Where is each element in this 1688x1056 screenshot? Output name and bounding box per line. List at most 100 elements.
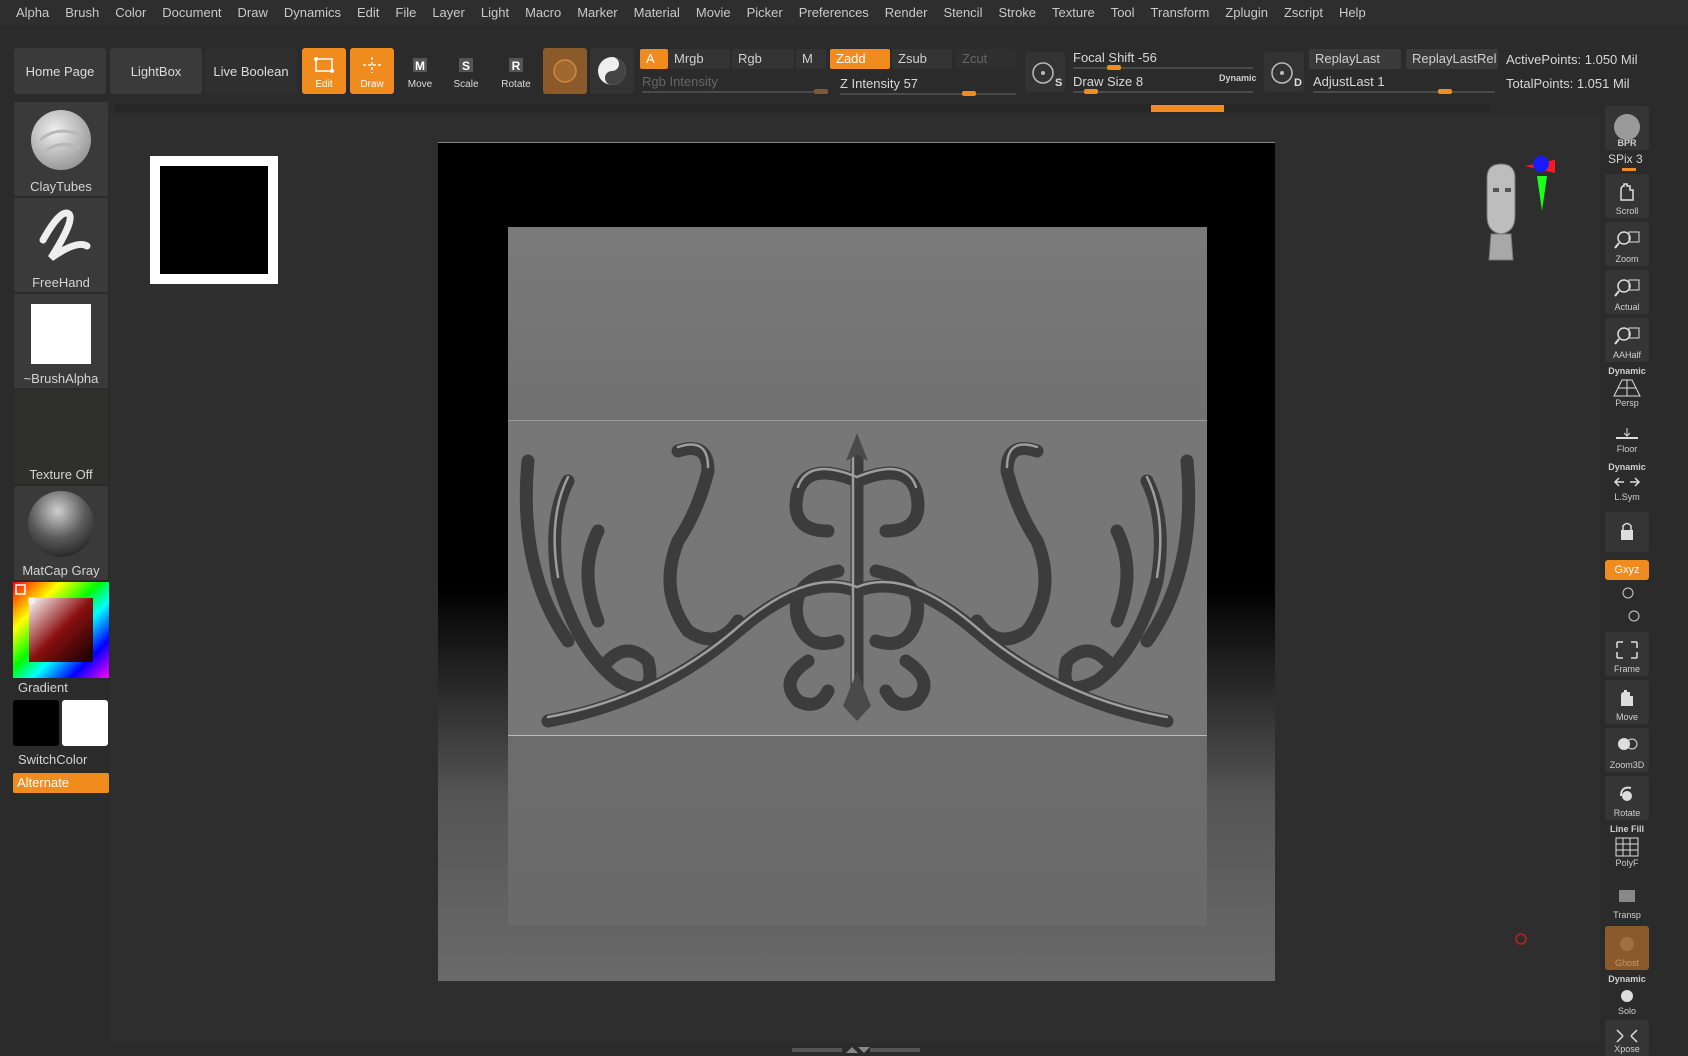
focal-shift-slider[interactable]: Focal Shift -56 [1073, 50, 1157, 65]
scale-icon: S [459, 58, 473, 73]
a-toggle[interactable]: A [640, 49, 668, 69]
bpr-button[interactable]: BPR [1605, 106, 1649, 150]
solo-button[interactable]: Solo [1605, 980, 1649, 1018]
floor-button[interactable]: Floor [1605, 416, 1649, 456]
lightbox-button[interactable]: LightBox [110, 48, 202, 94]
render-sphere-button[interactable] [590, 48, 634, 94]
draw-button[interactable]: Draw [350, 48, 394, 94]
mrgb-toggle[interactable]: Mrgb [668, 49, 730, 69]
spix-slider[interactable]: SPix 3 [1608, 152, 1643, 166]
material-sphere-button[interactable] [543, 48, 587, 94]
menu-material[interactable]: Material [626, 0, 688, 25]
scale-button[interactable]: S Scale [444, 48, 488, 94]
replay-last-button[interactable]: ReplayLast [1309, 49, 1401, 69]
lsym-button[interactable]: L.Sym [1605, 466, 1649, 504]
m-toggle[interactable]: M [796, 49, 826, 69]
lsym-label: L.Sym [1614, 492, 1640, 502]
persp-button[interactable]: Persp [1605, 370, 1649, 410]
draw-size-knob[interactable] [1084, 89, 1098, 94]
actual-button[interactable]: Actual [1605, 270, 1649, 314]
adjust-last-knob[interactable] [1438, 89, 1452, 94]
rotate-y-icon[interactable] [1620, 585, 1636, 601]
menu-marker[interactable]: Marker [569, 0, 625, 25]
edit-button[interactable]: Edit [302, 48, 346, 94]
scroll-button[interactable]: Scroll [1605, 174, 1649, 218]
focal-shift-knob[interactable] [1107, 65, 1121, 70]
menu-stroke[interactable]: Stroke [990, 0, 1044, 25]
menu-draw[interactable]: Draw [230, 0, 276, 25]
menu-color[interactable]: Color [107, 0, 154, 25]
replay-last-rel-button[interactable]: ReplayLastRel [1406, 49, 1498, 69]
rgb-toggle[interactable]: Rgb [732, 49, 794, 69]
menu-document[interactable]: Document [154, 0, 229, 25]
gradient-toggle[interactable]: Gradient [18, 680, 68, 695]
polyf-button[interactable]: PolyF [1605, 830, 1649, 870]
orientation-gizmo[interactable] [1465, 154, 1559, 274]
xyz-toggle[interactable]: Gxyz [1605, 560, 1649, 580]
menu-light[interactable]: Light [473, 0, 517, 25]
aahalf-button[interactable]: AAHalf [1605, 318, 1649, 362]
local-button[interactable] [1605, 512, 1649, 552]
menu-brush[interactable]: Brush [57, 0, 107, 25]
move-label: Move [407, 79, 433, 90]
rgb-intensity-slider[interactable]: Rgb Intensity [642, 74, 718, 89]
secondary-color-swatch[interactable] [62, 700, 108, 746]
menu-help[interactable]: Help [1331, 0, 1374, 25]
menu-picker[interactable]: Picker [739, 0, 791, 25]
live-boolean-button[interactable]: Live Boolean [205, 48, 297, 94]
document-canvas[interactable] [438, 142, 1275, 981]
menu-alpha[interactable]: Alpha [8, 0, 57, 25]
alpha-selector[interactable]: ~BrushAlpha [14, 294, 108, 388]
menu-layer[interactable]: Layer [424, 0, 473, 25]
brush-selector[interactable]: ClayTubes [14, 102, 108, 196]
frame-button[interactable]: Frame [1605, 632, 1649, 676]
transp-button[interactable]: Transp [1605, 878, 1649, 922]
menu-transform[interactable]: Transform [1143, 0, 1218, 25]
z-intensity-slider[interactable]: Z Intensity 57 [840, 76, 918, 91]
color-picker[interactable] [13, 582, 109, 678]
zoom-button[interactable]: Zoom [1605, 222, 1649, 266]
zadd-toggle[interactable]: Zadd [830, 49, 890, 69]
rotate-z-icon[interactable] [1626, 608, 1642, 624]
bottom-tray-handle[interactable] [110, 1043, 1600, 1056]
zcut-toggle[interactable]: Zcut [956, 49, 1016, 69]
move-view-button[interactable]: Move [1605, 680, 1649, 724]
zoom3d-button[interactable]: Zoom3D [1605, 728, 1649, 772]
menu-stencil[interactable]: Stencil [935, 0, 990, 25]
menu-render[interactable]: Render [877, 0, 936, 25]
menu-preferences[interactable]: Preferences [791, 0, 877, 25]
z-intensity-knob[interactable] [962, 91, 976, 96]
d-mode-button[interactable]: D [1264, 52, 1304, 92]
material-selector[interactable]: MatCap Gray [14, 486, 108, 580]
menu-dynamics[interactable]: Dynamics [276, 0, 349, 25]
menu-zscript[interactable]: Zscript [1276, 0, 1331, 25]
stroke-selector[interactable]: FreeHand [14, 198, 108, 292]
viewport[interactable] [110, 114, 1600, 1045]
menu-macro[interactable]: Macro [517, 0, 569, 25]
home-page-button[interactable]: Home Page [14, 48, 106, 94]
menu-movie[interactable]: Movie [688, 0, 739, 25]
draw-size-slider[interactable]: Draw Size 8 [1073, 74, 1143, 89]
spix-knob[interactable] [1622, 168, 1636, 171]
menu-edit[interactable]: Edit [349, 0, 387, 25]
menu-zplugin[interactable]: Zplugin [1217, 0, 1276, 25]
edit-label: Edit [315, 79, 333, 90]
menu-texture[interactable]: Texture [1044, 0, 1103, 25]
ghost-button[interactable]: Ghost [1605, 926, 1649, 970]
menu-file[interactable]: File [387, 0, 424, 25]
rotate-view-button[interactable]: Rotate [1605, 776, 1649, 820]
main-color-swatch[interactable] [13, 700, 59, 746]
adjust-last-slider[interactable]: AdjustLast 1 [1313, 74, 1385, 89]
move-button[interactable]: M Move [398, 48, 442, 94]
texture-selector[interactable]: Texture Off [14, 390, 108, 484]
dynamic-toggle[interactable]: Dynamic [1219, 73, 1257, 83]
menu-tool[interactable]: Tool [1103, 0, 1143, 25]
rgb-intensity-knob[interactable] [814, 89, 828, 94]
rotate-button[interactable]: R Rotate [494, 48, 538, 94]
zsub-toggle[interactable]: Zsub [892, 49, 952, 69]
alternate-button[interactable]: Alternate [13, 773, 109, 793]
s-mode-button[interactable]: S [1025, 52, 1065, 92]
xpose-button[interactable]: Xpose [1605, 1020, 1649, 1056]
baroque-ornament-sculpt [519, 433, 1196, 728]
switch-color-button[interactable]: SwitchColor [18, 752, 87, 767]
